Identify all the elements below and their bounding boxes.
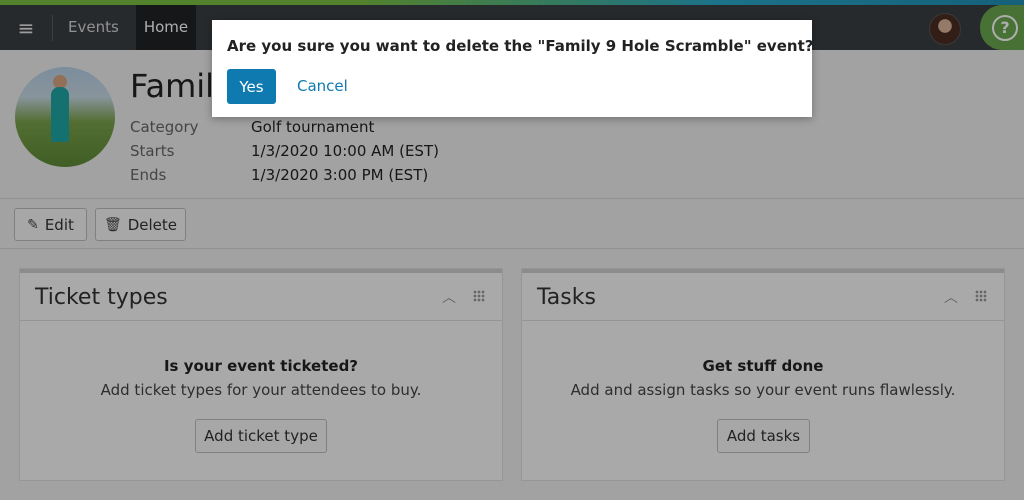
confirm-delete-dialog: Are you sure you want to delete the "Fam… [212,20,814,117]
yes-button[interactable]: Yes [227,69,276,104]
cancel-button[interactable]: Cancel [297,77,348,95]
dialog-message: Are you sure you want to delete the "Fam… [227,37,814,55]
